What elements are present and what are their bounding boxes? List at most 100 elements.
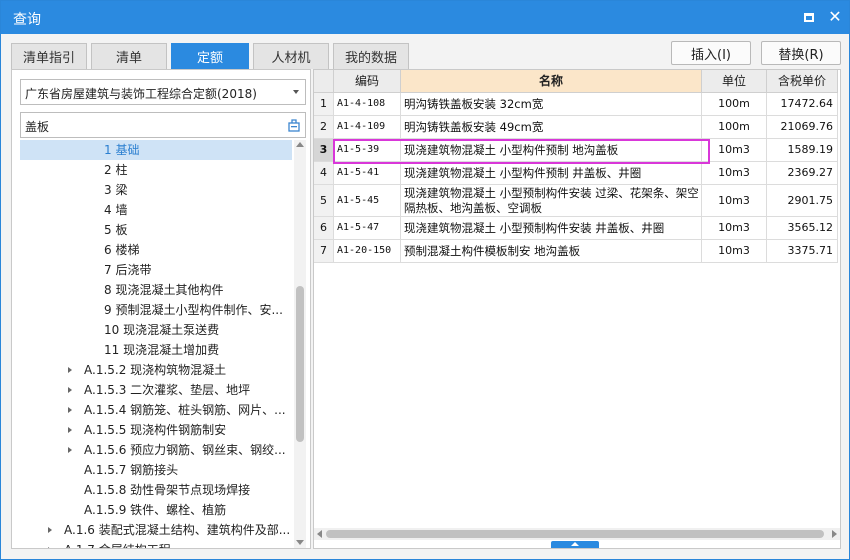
- column-header[interactable]: 含税单价: [767, 70, 838, 93]
- cell-name[interactable]: 预制混凝土构件模板制安 地沟盖板: [401, 240, 702, 263]
- cell-unit[interactable]: 100m: [702, 93, 767, 116]
- tree-item[interactable]: A.1.5.2 现浇构筑物混凝土: [20, 360, 292, 380]
- column-header[interactable]: 单位: [702, 70, 767, 93]
- column-header[interactable]: 编码: [334, 70, 401, 93]
- tab-labor-material[interactable]: 人材机: [253, 43, 329, 69]
- cell-name[interactable]: 明沟铸铁盖板安装 49cm宽: [401, 116, 702, 139]
- cell-unit[interactable]: 100m: [702, 116, 767, 139]
- cell-code[interactable]: A1-5-41: [334, 162, 401, 185]
- tree-item[interactable]: 9 预制混凝土小型构件制作、安...: [20, 300, 292, 320]
- cell-code[interactable]: A1-5-47: [334, 217, 401, 240]
- category-tree: 1 基础 2 柱 3 梁 4 墙 5 板 6 楼梯 7 后浇带 8 现浇混凝土其他构件 9 预制…: [20, 140, 292, 548]
- cell-unit[interactable]: 10m3: [702, 139, 767, 162]
- cell-num[interactable]: 6: [314, 217, 334, 240]
- cell-name[interactable]: 现浇建筑物混凝土 小型预制构件安装 井盖板、井圈: [401, 217, 702, 240]
- search-input[interactable]: 盖板: [20, 112, 306, 138]
- cell-num[interactable]: 3: [314, 139, 334, 162]
- cell-unit-text: 10m3: [718, 244, 750, 257]
- expand-arrow-icon[interactable]: [48, 547, 52, 548]
- tree-item[interactable]: 10 现浇混凝土泵送费: [20, 320, 292, 340]
- library-select[interactable]: 广东省房屋建筑与装饰工程综合定额(2018): [20, 79, 306, 105]
- expand-arrow-icon[interactable]: [68, 407, 72, 413]
- cell-code-text: A1-4-109: [337, 121, 386, 132]
- cell-unit-text: 100m: [718, 97, 750, 110]
- tree-item[interactable]: A.1.5.9 铁件、螺栓、植筋: [20, 500, 292, 520]
- expand-arrow-icon[interactable]: [68, 367, 72, 373]
- cell-num-text: 3: [319, 143, 328, 156]
- tab-my-data[interactable]: 我的数据: [333, 43, 409, 69]
- tree-item[interactable]: A.1.5.5 现浇构件钢筋制安: [20, 420, 292, 440]
- cell-code[interactable]: A1-5-45: [334, 185, 401, 217]
- cell-num[interactable]: 5: [314, 185, 334, 217]
- cell-price-text: 3375.71: [787, 244, 834, 257]
- tree-item[interactable]: A.1.5.3 二次灌浆、垫层、地坪: [20, 380, 292, 400]
- scroll-down-icon[interactable]: [296, 540, 304, 545]
- tree-item-label: A.1.5.7 钢筋接头: [84, 463, 179, 477]
- tab-guide[interactable]: 清单指引: [11, 43, 87, 69]
- tree-item[interactable]: 4 墙: [20, 200, 292, 220]
- cell-num[interactable]: 4: [314, 162, 334, 185]
- search-filter-icon[interactable]: [287, 118, 301, 132]
- cell-unit[interactable]: 10m3: [702, 240, 767, 263]
- close-icon[interactable]: ✕: [825, 7, 845, 27]
- tree-item[interactable]: A.1.5.6 预应力钢筋、钢丝束、钢绞...: [20, 440, 292, 460]
- cell-name-text: 现浇建筑物混凝土 小型预制构件安装 过梁、花架条、架空隔热板、地沟盖板、空调板: [404, 185, 699, 215]
- tree-item[interactable]: A.1.5.7 钢筋接头: [20, 460, 292, 480]
- cell-unit[interactable]: 10m3: [702, 217, 767, 240]
- title-bar: 查询 ✕: [1, 1, 849, 34]
- expand-arrow-icon[interactable]: [68, 387, 72, 393]
- maximize-icon[interactable]: [799, 7, 819, 27]
- tab-bill[interactable]: 清单: [91, 43, 167, 69]
- cell-price[interactable]: 2369.27: [767, 162, 838, 185]
- tree-item[interactable]: 3 梁: [20, 180, 292, 200]
- cell-price[interactable]: 3565.12: [767, 217, 838, 240]
- expand-arrow-icon[interactable]: [68, 447, 72, 453]
- tree-item[interactable]: 5 板: [20, 220, 292, 240]
- expand-arrow-icon[interactable]: [48, 527, 52, 533]
- cell-num[interactable]: 2: [314, 116, 334, 139]
- tree-item[interactable]: A.1.7 金属结构工程: [20, 540, 292, 548]
- tree-item[interactable]: A.1.5.8 劲性骨架节点现场焊接: [20, 480, 292, 500]
- cell-price[interactable]: 21069.76: [767, 116, 838, 139]
- cell-price[interactable]: 17472.64: [767, 93, 838, 116]
- cell-unit[interactable]: 10m3: [702, 185, 767, 217]
- cell-unit[interactable]: 10m3: [702, 162, 767, 185]
- tree-item[interactable]: A.1.5.4 钢筋笼、桩头钢筋、网片、...: [20, 400, 292, 420]
- tree-item[interactable]: 1 基础: [20, 140, 292, 160]
- tree-item-label: A.1.5.5 现浇构件钢筋制安: [84, 423, 227, 437]
- table-scrollbar[interactable]: [314, 528, 840, 540]
- insert-button[interactable]: 插入(I): [671, 41, 751, 65]
- replace-button[interactable]: 替换(R): [761, 41, 841, 65]
- tab-quota[interactable]: 定额: [171, 43, 249, 69]
- cell-num-text: 1: [320, 97, 327, 110]
- tree-scrollbar[interactable]: [294, 140, 306, 548]
- window-title: 查询: [13, 12, 41, 28]
- tree-item[interactable]: 11 现浇混凝土增加费: [20, 340, 292, 360]
- scrollbar-thumb[interactable]: [326, 530, 824, 538]
- scroll-left-icon[interactable]: [317, 530, 322, 538]
- tree-item[interactable]: 6 楼梯: [20, 240, 292, 260]
- cell-price[interactable]: 3375.71: [767, 240, 838, 263]
- cell-code[interactable]: A1-4-109: [334, 116, 401, 139]
- cell-num[interactable]: 1: [314, 93, 334, 116]
- cell-name[interactable]: 现浇建筑物混凝土 小型预制构件安装 过梁、花架条、架空隔热板、地沟盖板、空调板: [401, 185, 702, 217]
- tree-item[interactable]: A.1.6 装配式混凝土结构、建筑构件及部...: [20, 520, 292, 540]
- cell-name[interactable]: 现浇建筑物混凝土 小型构件预制 井盖板、井圈: [401, 162, 702, 185]
- cell-price[interactable]: 1589.19: [767, 139, 838, 162]
- column-header[interactable]: 名称: [401, 70, 702, 93]
- cell-price[interactable]: 2901.75: [767, 185, 838, 217]
- scrollbar-thumb[interactable]: [296, 286, 304, 442]
- panel-splitter[interactable]: [551, 541, 599, 548]
- scroll-right-icon[interactable]: [832, 530, 837, 538]
- cell-code[interactable]: A1-20-150: [334, 240, 401, 263]
- cell-price-text: 1589.19: [787, 143, 834, 156]
- cell-code-text: A1-20-150: [337, 245, 392, 256]
- tree-item[interactable]: 8 现浇混凝土其他构件: [20, 280, 292, 300]
- tree-item[interactable]: 2 柱: [20, 160, 292, 180]
- cell-name[interactable]: 明沟铸铁盖板安装 32cm宽: [401, 93, 702, 116]
- cell-num[interactable]: 7: [314, 240, 334, 263]
- tree-item[interactable]: 7 后浇带: [20, 260, 292, 280]
- cell-code[interactable]: A1-4-108: [334, 93, 401, 116]
- expand-arrow-icon[interactable]: [68, 427, 72, 433]
- scroll-up-icon[interactable]: [296, 142, 304, 147]
